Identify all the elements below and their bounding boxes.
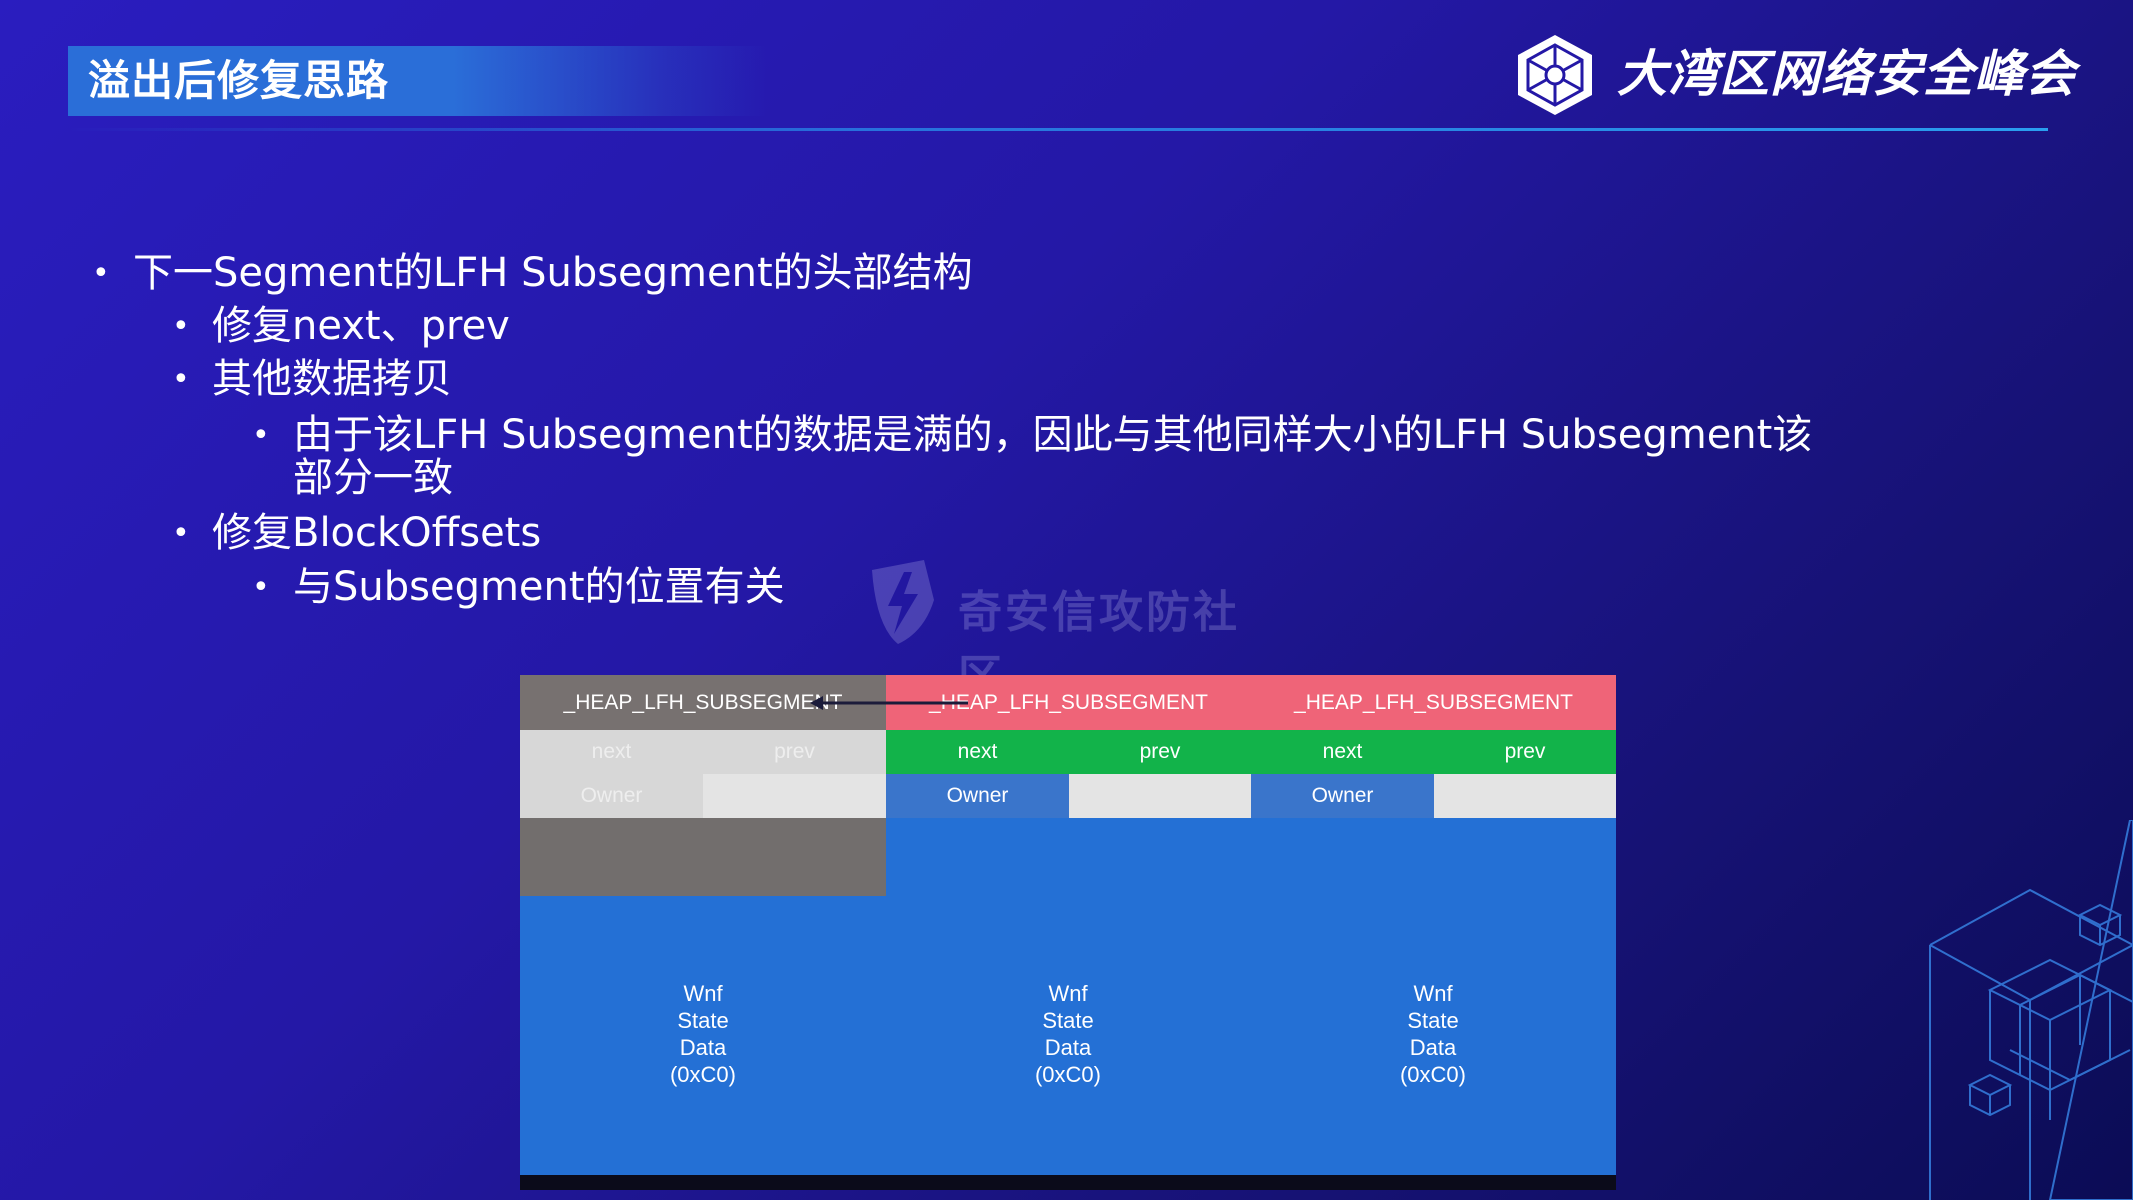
next-field: next bbox=[886, 730, 1069, 774]
bullet-dot: • bbox=[252, 418, 270, 453]
data-label-line: Wnf bbox=[1413, 981, 1453, 1006]
data-label-line: State bbox=[1042, 1008, 1094, 1033]
prev-field-label: prev bbox=[774, 740, 815, 763]
bullet-item-continuation: 部分一致 bbox=[293, 455, 453, 501]
bullet-item: 与Subsegment的位置有关 bbox=[293, 564, 785, 610]
data-label-line: Data bbox=[679, 1035, 727, 1060]
owner-field: Owner bbox=[886, 774, 1069, 818]
prev-field: prev bbox=[1069, 730, 1251, 774]
owner-field: Owner bbox=[520, 774, 703, 818]
prev-field-label: prev bbox=[1504, 740, 1546, 763]
owner-field-label: Owner bbox=[580, 784, 643, 807]
subsegment-header-label: _HEAP_LFH_SUBSEGMENT bbox=[563, 690, 843, 714]
subsegment-header-label: _HEAP_LFH_SUBSEGMENT bbox=[929, 690, 1208, 714]
prev-field: prev bbox=[1434, 730, 1616, 774]
data-label-line: (0xC0) bbox=[669, 1062, 736, 1087]
bullet-item: 其他数据拷贝 bbox=[212, 356, 452, 402]
bullet-dot: • bbox=[172, 309, 190, 344]
data-block-label: Wnf State Data (0xC0) bbox=[1363, 980, 1503, 1088]
data-label-line: State bbox=[1407, 1008, 1459, 1033]
next-field: next bbox=[520, 730, 703, 774]
subsegment-header-label: _HEAP_LFH_SUBSEGMENT bbox=[1294, 690, 1573, 714]
data-label-line: Data bbox=[1409, 1035, 1457, 1060]
heap-subsegment-diagram: _HEAP_LFH_SUBSEGMENT next prev Owner _HE… bbox=[520, 675, 1616, 1190]
overflow-block bbox=[520, 818, 886, 896]
next-field-label: next bbox=[591, 740, 632, 763]
data-label-line: (0xC0) bbox=[1034, 1062, 1101, 1087]
bullet-dot: • bbox=[252, 570, 270, 605]
bullet-dot: • bbox=[172, 362, 190, 397]
prev-field: prev bbox=[703, 730, 886, 774]
next-field: next bbox=[1251, 730, 1434, 774]
owner-field-label: Owner bbox=[946, 784, 1009, 807]
data-block-label: Wnf State Data (0xC0) bbox=[633, 980, 773, 1088]
empty-field bbox=[1434, 774, 1616, 818]
bullet-dot: • bbox=[172, 516, 190, 551]
bullet-item: 由于该LFH Subsegment的数据是满的，因此与其他同样大小的LFH Su… bbox=[293, 412, 1813, 458]
shield-lightning-icon bbox=[872, 560, 934, 644]
data-label-line: State bbox=[677, 1008, 729, 1033]
next-field-label: next bbox=[957, 740, 998, 763]
bullet-item: 下一Segment的LFH Subsegment的头部结构 bbox=[133, 250, 973, 296]
data-label-line: Wnf bbox=[1048, 981, 1088, 1006]
next-field-label: next bbox=[1322, 740, 1363, 763]
watermark: 奇安信攻防社区 bbox=[862, 556, 1282, 702]
bullet-dot: • bbox=[92, 256, 110, 291]
data-label-line: (0xC0) bbox=[1399, 1062, 1466, 1087]
owner-field-label: Owner bbox=[1311, 784, 1374, 807]
bcs-cube-logo-icon bbox=[1518, 35, 1592, 115]
empty-field bbox=[1069, 774, 1251, 818]
bullet-item: 修复next、prev bbox=[212, 303, 510, 349]
title-bar: 溢出后修复思路 bbox=[68, 46, 768, 116]
header-divider bbox=[68, 128, 2048, 131]
owner-field: Owner bbox=[1251, 774, 1434, 818]
data-label-line: Wnf bbox=[683, 981, 723, 1006]
diagram-bottom-strip bbox=[520, 1175, 1616, 1190]
prev-field-label: prev bbox=[1139, 740, 1181, 763]
arrow-left-icon bbox=[810, 696, 968, 710]
decorative-cubes-icon bbox=[1929, 820, 2133, 1200]
page-title: 溢出后修复思路 bbox=[88, 56, 390, 105]
empty-field bbox=[703, 774, 886, 818]
brand-name: 大湾区网络安全峰会 bbox=[1617, 45, 2076, 103]
subsegment-header: _HEAP_LFH_SUBSEGMENT bbox=[1251, 675, 1616, 730]
data-label-line: Data bbox=[1044, 1035, 1092, 1060]
bullet-item: 修复BlockOffsets bbox=[212, 510, 542, 556]
data-block-label: Wnf State Data (0xC0) bbox=[998, 980, 1138, 1088]
